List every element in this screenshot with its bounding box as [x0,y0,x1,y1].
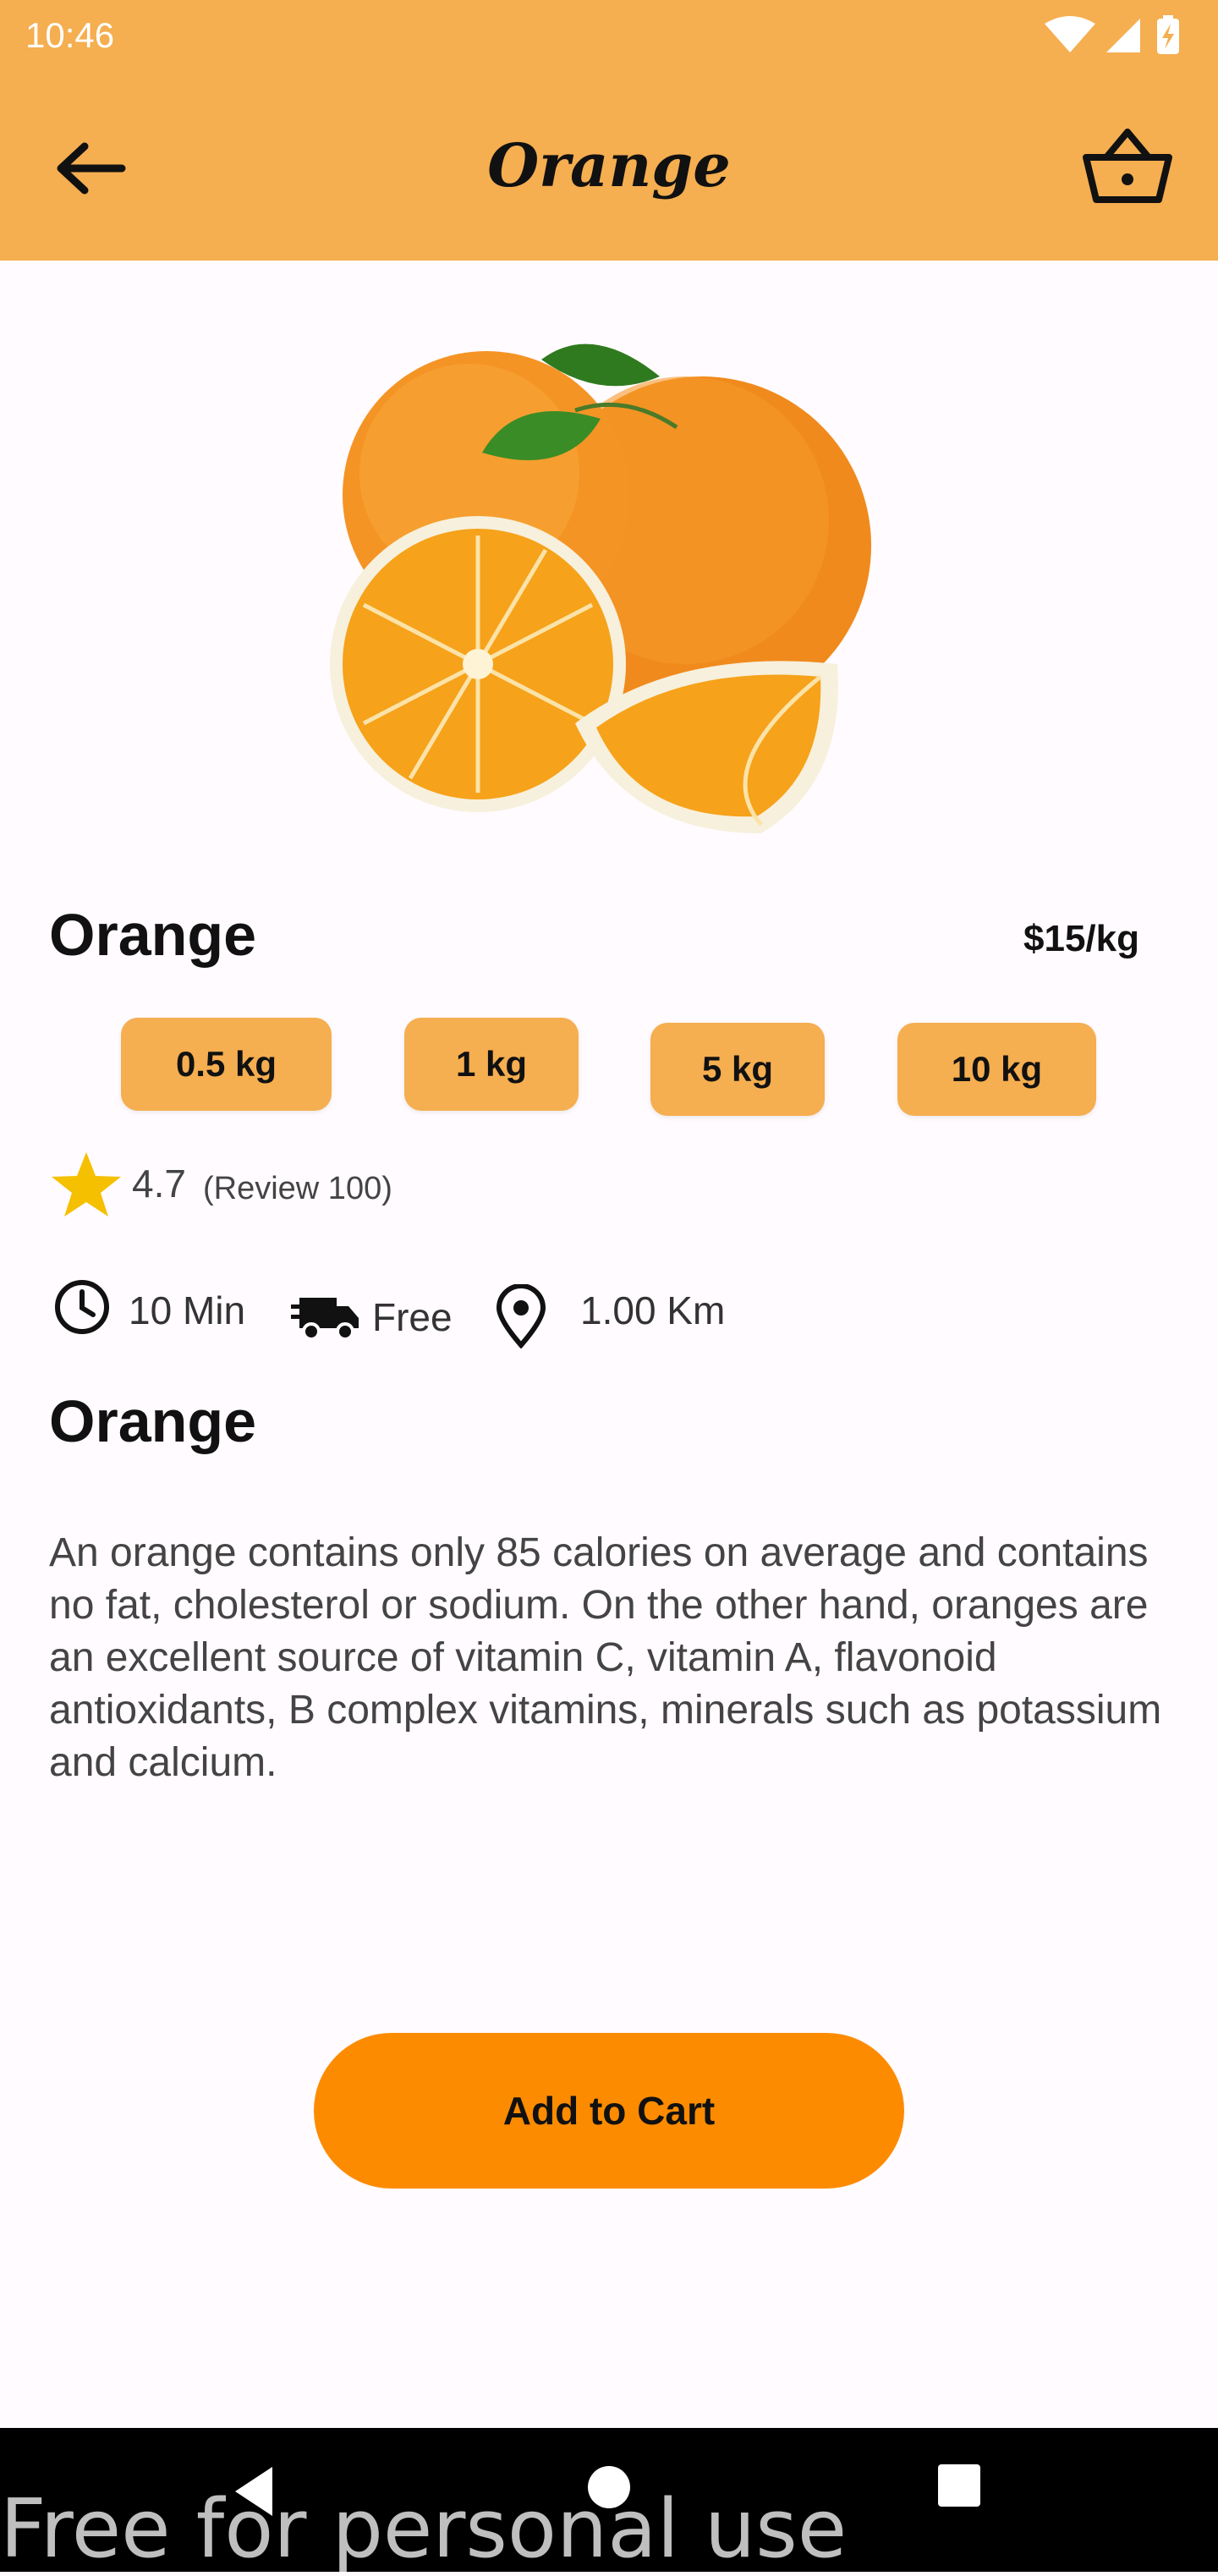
clock-icon [55,1280,109,1334]
description-text: An orange contains only 85 calories on a… [49,1530,1162,1785]
rating-row: 4.7 (Review 100) [49,1151,557,1218]
product-price: $15/kg [1023,918,1139,959]
signal-icon [1106,19,1140,52]
distance: 1.00 Km [580,1288,726,1332]
rating-value: 4.7 [132,1162,186,1206]
star-icon [52,1152,121,1217]
status-icons [1045,15,1179,54]
basket-button[interactable] [1081,124,1174,208]
weight-option-5kg[interactable]: 5 kg [650,1023,825,1116]
add-to-cart-button[interactable]: Add to Cart [314,2033,904,2189]
weight-option-1kg[interactable]: 1 kg [404,1018,579,1111]
review-count: (Review 100) [203,1171,392,1206]
delivery-info-row: 10 Min Free 1.00 Km [49,1277,895,1354]
weight-option-0-5kg[interactable]: 0.5 kg [121,1018,332,1111]
nav-recents-icon[interactable] [935,2462,983,2509]
description-title: Orange [49,1388,257,1454]
status-time: 10:46 [25,15,115,55]
location-pin-icon [496,1284,546,1348]
app-title: Orange [487,130,731,200]
app-bar: Orange [0,71,1218,261]
wifi-icon [1045,16,1095,52]
basket-icon [1083,129,1172,203]
product-name: Orange [49,902,257,968]
status-bar: 10:46 [0,0,1218,71]
watermark-text: Free for personal use [0,2483,848,2576]
delivery-time: 10 Min [129,1288,246,1332]
weight-option-10kg[interactable]: 10 kg [897,1023,1096,1116]
delivery-fee: Free [372,1295,453,1339]
orange-product-image [330,343,871,833]
delivery-truck-icon [291,1298,359,1341]
